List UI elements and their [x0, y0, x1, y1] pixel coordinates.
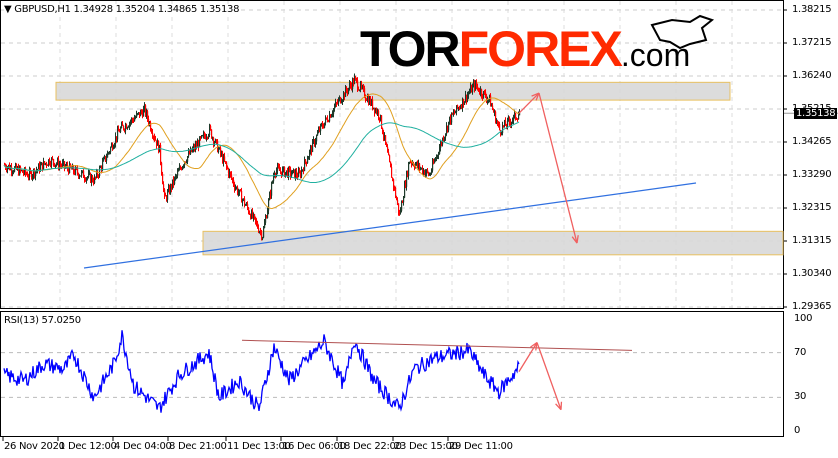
price-axis-label: 1.29365: [792, 301, 832, 312]
support-zone: [202, 230, 784, 256]
candle-body: [372, 99, 374, 109]
candle-body: [403, 197, 405, 203]
time-axis-label: 16 Dec 06:00: [282, 441, 346, 452]
price-axis-label: 1.30340: [792, 268, 832, 279]
candle-body: [106, 157, 108, 161]
candle-body: [397, 200, 399, 204]
candle-body: [160, 144, 162, 163]
candle-body: [120, 127, 122, 132]
price-axis-label: 1.37215: [792, 37, 832, 48]
candle-body: [316, 135, 318, 142]
rsi-axis-label: 100: [794, 313, 813, 324]
resistance-zone: [55, 81, 731, 101]
rsi-frame: [0, 311, 784, 437]
candle-body: [381, 115, 383, 129]
moving-average-fast: [3, 93, 520, 209]
candle-body: [378, 110, 380, 118]
candle-body: [477, 86, 479, 88]
current-price-label: 1.35138: [794, 108, 838, 119]
torforex-logo: TORFOREX.com: [360, 24, 690, 80]
price-axis-label: 1.33290: [792, 169, 832, 180]
price-axis-label: 1.31315: [792, 235, 832, 246]
rsi-axis-label: 70: [794, 346, 807, 358]
candle-body: [305, 159, 307, 162]
candle-body: [391, 167, 393, 178]
candle-body: [518, 115, 520, 120]
candle-body: [110, 147, 112, 152]
time-axis-label: 8 Dec 21:00: [169, 441, 227, 452]
candle-body: [254, 214, 256, 217]
time-axis-label: 4 Dec 04:00: [114, 441, 172, 452]
rsi-axis-label: 30: [794, 391, 807, 403]
logo-com: .com: [620, 37, 691, 73]
rsi-line: [3, 330, 520, 413]
candle-body: [385, 135, 387, 144]
candle-body: [53, 159, 55, 164]
candle-body: [408, 163, 410, 177]
time-axis-label: 1 Dec 12:00: [59, 441, 117, 452]
candle-body: [271, 183, 273, 196]
candle-body: [167, 191, 169, 200]
candle-body: [389, 155, 391, 162]
time-axis-label: 26 Nov 2020: [4, 441, 65, 452]
rsi-trendline: [241, 339, 633, 351]
price-axis-label: 1.36240: [792, 70, 832, 81]
candle-body: [177, 171, 179, 176]
price-axis-label: 1.34265: [792, 136, 832, 147]
candle-body: [102, 161, 104, 170]
candle-body: [499, 124, 501, 131]
rsi-title: RSI(13) 57.0250: [4, 315, 81, 326]
price-axis-label: 1.32315: [792, 202, 832, 213]
candle-body: [401, 202, 403, 211]
candle-body: [291, 174, 293, 176]
candle-body: [77, 168, 79, 174]
symbol-info: ▼ GBPUSD,H1 1.34928 1.35204 1.34865 1.35…: [4, 4, 240, 15]
price-axis-label: 1.38215: [792, 4, 832, 15]
rsi-forecast-arrowhead-icon: [530, 341, 538, 351]
rsi-axis-label: 0: [794, 425, 801, 436]
time-axis-label: 18 Dec 22:00: [338, 441, 402, 452]
time-axis-label: 29 Dec 11:00: [449, 441, 513, 452]
candle-body: [210, 125, 212, 130]
candle-body: [155, 139, 157, 141]
candle-body: [99, 167, 101, 176]
candle-body: [307, 159, 309, 164]
rsi-forecast-line: [518, 342, 538, 372]
logo-tor: TOR: [360, 21, 461, 77]
forecast-line: [538, 92, 578, 244]
candle-body: [224, 156, 226, 162]
candle-body: [268, 200, 270, 211]
logo-forex: FOREX: [458, 21, 623, 77]
candle-body: [263, 228, 265, 238]
candle-body: [395, 187, 397, 197]
